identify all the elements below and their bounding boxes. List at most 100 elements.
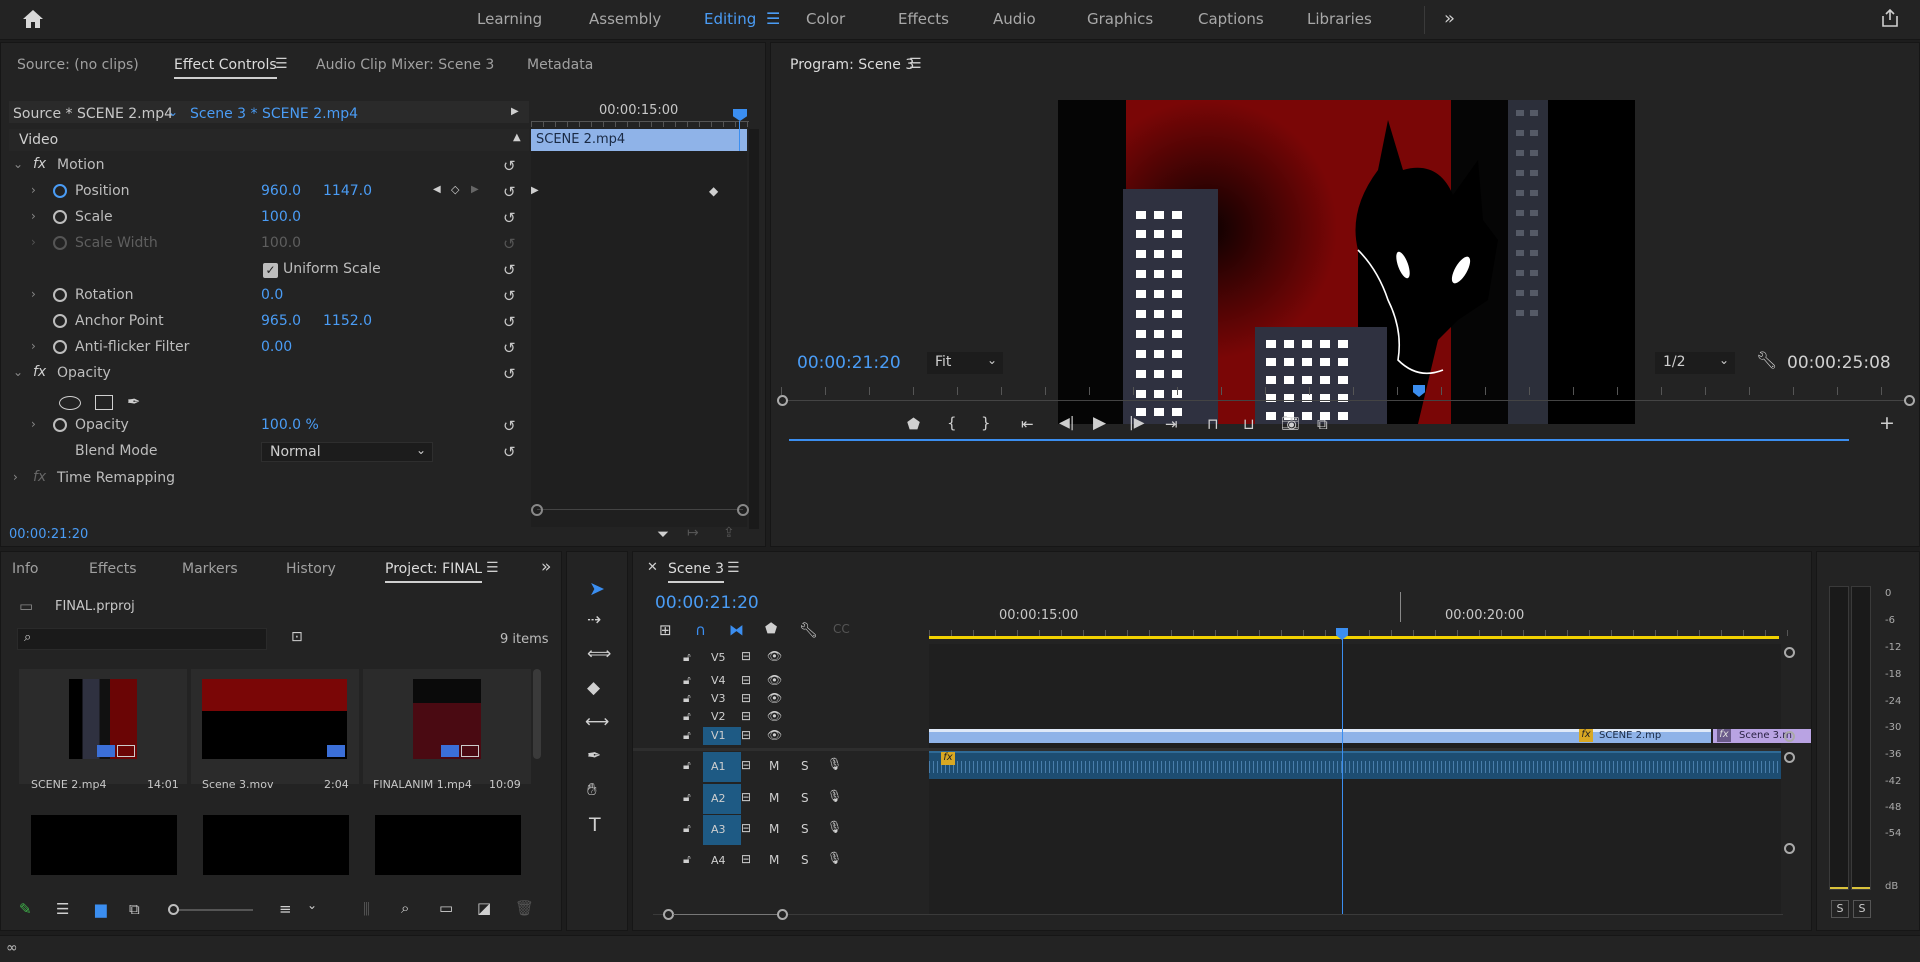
- fx-badge[interactable]: fx: [941, 752, 955, 765]
- sync-lock-icon[interactable]: ⊟: [741, 728, 751, 742]
- go-to-in-icon[interactable]: ⇤: [1021, 415, 1034, 433]
- track-a3[interactable]: 🔓︎ A3 ⊟ M S 🎙︎: [633, 815, 927, 845]
- zoom-slider[interactable]: [168, 904, 253, 915]
- sync-lock-icon[interactable]: ⊟: [741, 673, 751, 687]
- tab-effects[interactable]: Effects: [89, 561, 137, 577]
- sync-lock-icon[interactable]: ⊟: [741, 649, 751, 663]
- add-keyframe-icon[interactable]: ◇: [451, 183, 459, 196]
- reset-icon[interactable]: ↺: [503, 209, 516, 227]
- creative-cloud-icon[interactable]: ∞: [6, 940, 18, 956]
- add-marker-icon[interactable]: ⬟: [765, 621, 777, 637]
- fx-badge-dim[interactable]: fx: [1717, 729, 1731, 742]
- stopwatch-icon[interactable]: [53, 210, 67, 224]
- program-ruler[interactable]: [777, 385, 1915, 409]
- motion-row[interactable]: ⌄ fx Motion ↺: [9, 153, 537, 179]
- position-x-value[interactable]: 960.0: [261, 183, 301, 199]
- mute-button[interactable]: M: [769, 759, 779, 773]
- type-tool-icon[interactable]: T: [589, 814, 601, 836]
- blend-mode-select[interactable]: Normal ⌄: [261, 442, 433, 462]
- project-item[interactable]: [363, 669, 531, 784]
- keyframe-left-icon[interactable]: ▶: [531, 185, 539, 196]
- stopwatch-icon[interactable]: [53, 418, 67, 432]
- program-title[interactable]: Program: Scene 3: [790, 57, 914, 73]
- pen-tool-icon[interactable]: ✒: [587, 746, 601, 766]
- icon-view-icon[interactable]: ▆: [95, 900, 107, 918]
- pencil-icon[interactable]: ✎: [19, 900, 32, 918]
- horizontal-scrollbar[interactable]: [531, 504, 749, 521]
- opacity-section-row[interactable]: ⌄ fx Opacity ↺: [9, 361, 537, 387]
- playhead-marker[interactable]: [733, 109, 747, 121]
- solo-button[interactable]: S: [801, 853, 809, 867]
- workspace-assembly[interactable]: Assembly: [589, 10, 661, 28]
- overflow-chevron-icon[interactable]: »: [1444, 8, 1455, 29]
- position-row[interactable]: › Position 960.0 1147.0 ◀ ◇ ▶ ↺: [9, 179, 537, 205]
- collapse-up-icon[interactable]: ▲: [513, 132, 521, 143]
- expand-chevron-icon[interactable]: ›: [31, 339, 36, 353]
- panel-menu-icon[interactable]: ☰: [275, 56, 288, 72]
- tab-source[interactable]: Source: (no clips): [17, 57, 139, 73]
- solo-button[interactable]: S: [801, 822, 809, 836]
- add-marker-icon[interactable]: ⬟: [907, 415, 920, 433]
- new-bin-icon[interactable]: ▭: [439, 899, 453, 917]
- slip-tool-icon[interactable]: ⟷: [585, 712, 609, 732]
- lock-icon[interactable]: 🔓︎: [683, 852, 691, 867]
- sync-lock-icon[interactable]: ⊟: [741, 691, 751, 705]
- program-timecode[interactable]: 00:00:21:20: [797, 353, 901, 373]
- lock-icon[interactable]: 🔓︎: [683, 821, 691, 836]
- play-icon[interactable]: ▶: [1093, 413, 1106, 433]
- time-remapping-row[interactable]: › fx Time Remapping: [9, 466, 537, 492]
- uniform-scale-checkbox[interactable]: ✓: [263, 263, 278, 278]
- stopwatch-icon[interactable]: [53, 314, 67, 328]
- position-y-value[interactable]: 1147.0: [323, 183, 372, 199]
- video-clip-scene2[interactable]: [929, 729, 1711, 743]
- rotation-value[interactable]: 0.0: [261, 287, 283, 303]
- reset-icon[interactable]: ↺: [503, 261, 516, 279]
- timeline-ruler[interactable]: 00:00:15:00 00:00:20:00: [929, 608, 1791, 642]
- project-item-placeholder[interactable]: [375, 815, 521, 875]
- solo-button[interactable]: S: [801, 791, 809, 805]
- reset-icon[interactable]: ↺: [503, 417, 516, 435]
- tab-info[interactable]: Info: [12, 561, 39, 577]
- fx-badge[interactable]: fx: [1579, 729, 1593, 742]
- lock-icon[interactable]: 🔓︎: [683, 728, 691, 743]
- blend-mode-row[interactable]: Blend Mode Normal ⌄ ↺: [9, 439, 537, 465]
- solo-left-button[interactable]: S: [1831, 900, 1849, 918]
- expand-chevron-icon[interactable]: ›: [13, 470, 18, 484]
- workspace-audio[interactable]: Audio: [993, 10, 1036, 28]
- microphone-icon[interactable]: 🎙︎: [827, 789, 842, 803]
- tab-sequence[interactable]: Scene 3: [668, 561, 725, 583]
- new-item-icon[interactable]: ◪: [477, 899, 491, 917]
- stopwatch-icon-active[interactable]: [53, 184, 67, 198]
- scale-row[interactable]: › Scale 100.0 ↺: [9, 205, 537, 231]
- audio-clip-a1[interactable]: [929, 751, 1781, 779]
- fit-select[interactable]: Fit ⌄: [927, 352, 1003, 374]
- ripple-edit-tool-icon[interactable]: ⟺: [587, 644, 611, 664]
- chevron-down-icon[interactable]: ⌄: [13, 157, 23, 171]
- eye-icon[interactable]: 👁︎: [767, 728, 782, 742]
- snap-icon[interactable]: ∩: [695, 621, 706, 639]
- mark-in-icon[interactable]: {: [947, 414, 957, 432]
- export-frame-icon[interactable]: 📷︎: [1281, 414, 1300, 432]
- sync-lock-icon[interactable]: ⊟: [741, 821, 751, 835]
- workspace-menu-icon[interactable]: ☰: [766, 9, 780, 28]
- overflow-chevron-icon[interactable]: »: [541, 557, 551, 577]
- project-item-placeholder[interactable]: [31, 815, 177, 875]
- fx-badge[interactable]: fx: [33, 156, 46, 172]
- reset-icon[interactable]: ↺: [503, 313, 516, 331]
- selection-tool-icon[interactable]: ➤: [589, 578, 605, 600]
- panel-menu-icon[interactable]: ☰: [727, 560, 740, 576]
- track-v5[interactable]: 🔓︎ V5 ⊟ 👁︎: [633, 648, 927, 668]
- reset-icon[interactable]: ↺: [503, 339, 516, 357]
- antiflicker-value[interactable]: 0.00: [261, 339, 292, 355]
- play-triangle-icon[interactable]: ▶: [511, 106, 519, 117]
- keyframe-diamond-icon[interactable]: ◆: [709, 184, 718, 198]
- scale-value[interactable]: 100.0: [261, 209, 301, 225]
- track-a2[interactable]: 🔓︎ A2 ⊟ M S 🎙︎: [633, 784, 927, 814]
- eye-icon[interactable]: 👁︎: [767, 709, 782, 723]
- opacity-value[interactable]: 100.0 %: [261, 417, 319, 433]
- lock-icon[interactable]: 🔓︎: [683, 709, 691, 724]
- panel-menu-icon[interactable]: ☰: [909, 56, 922, 72]
- linked-selection-icon[interactable]: ⧓: [729, 621, 744, 639]
- workspace-graphics[interactable]: Graphics: [1087, 10, 1153, 28]
- stopwatch-icon[interactable]: [53, 340, 67, 354]
